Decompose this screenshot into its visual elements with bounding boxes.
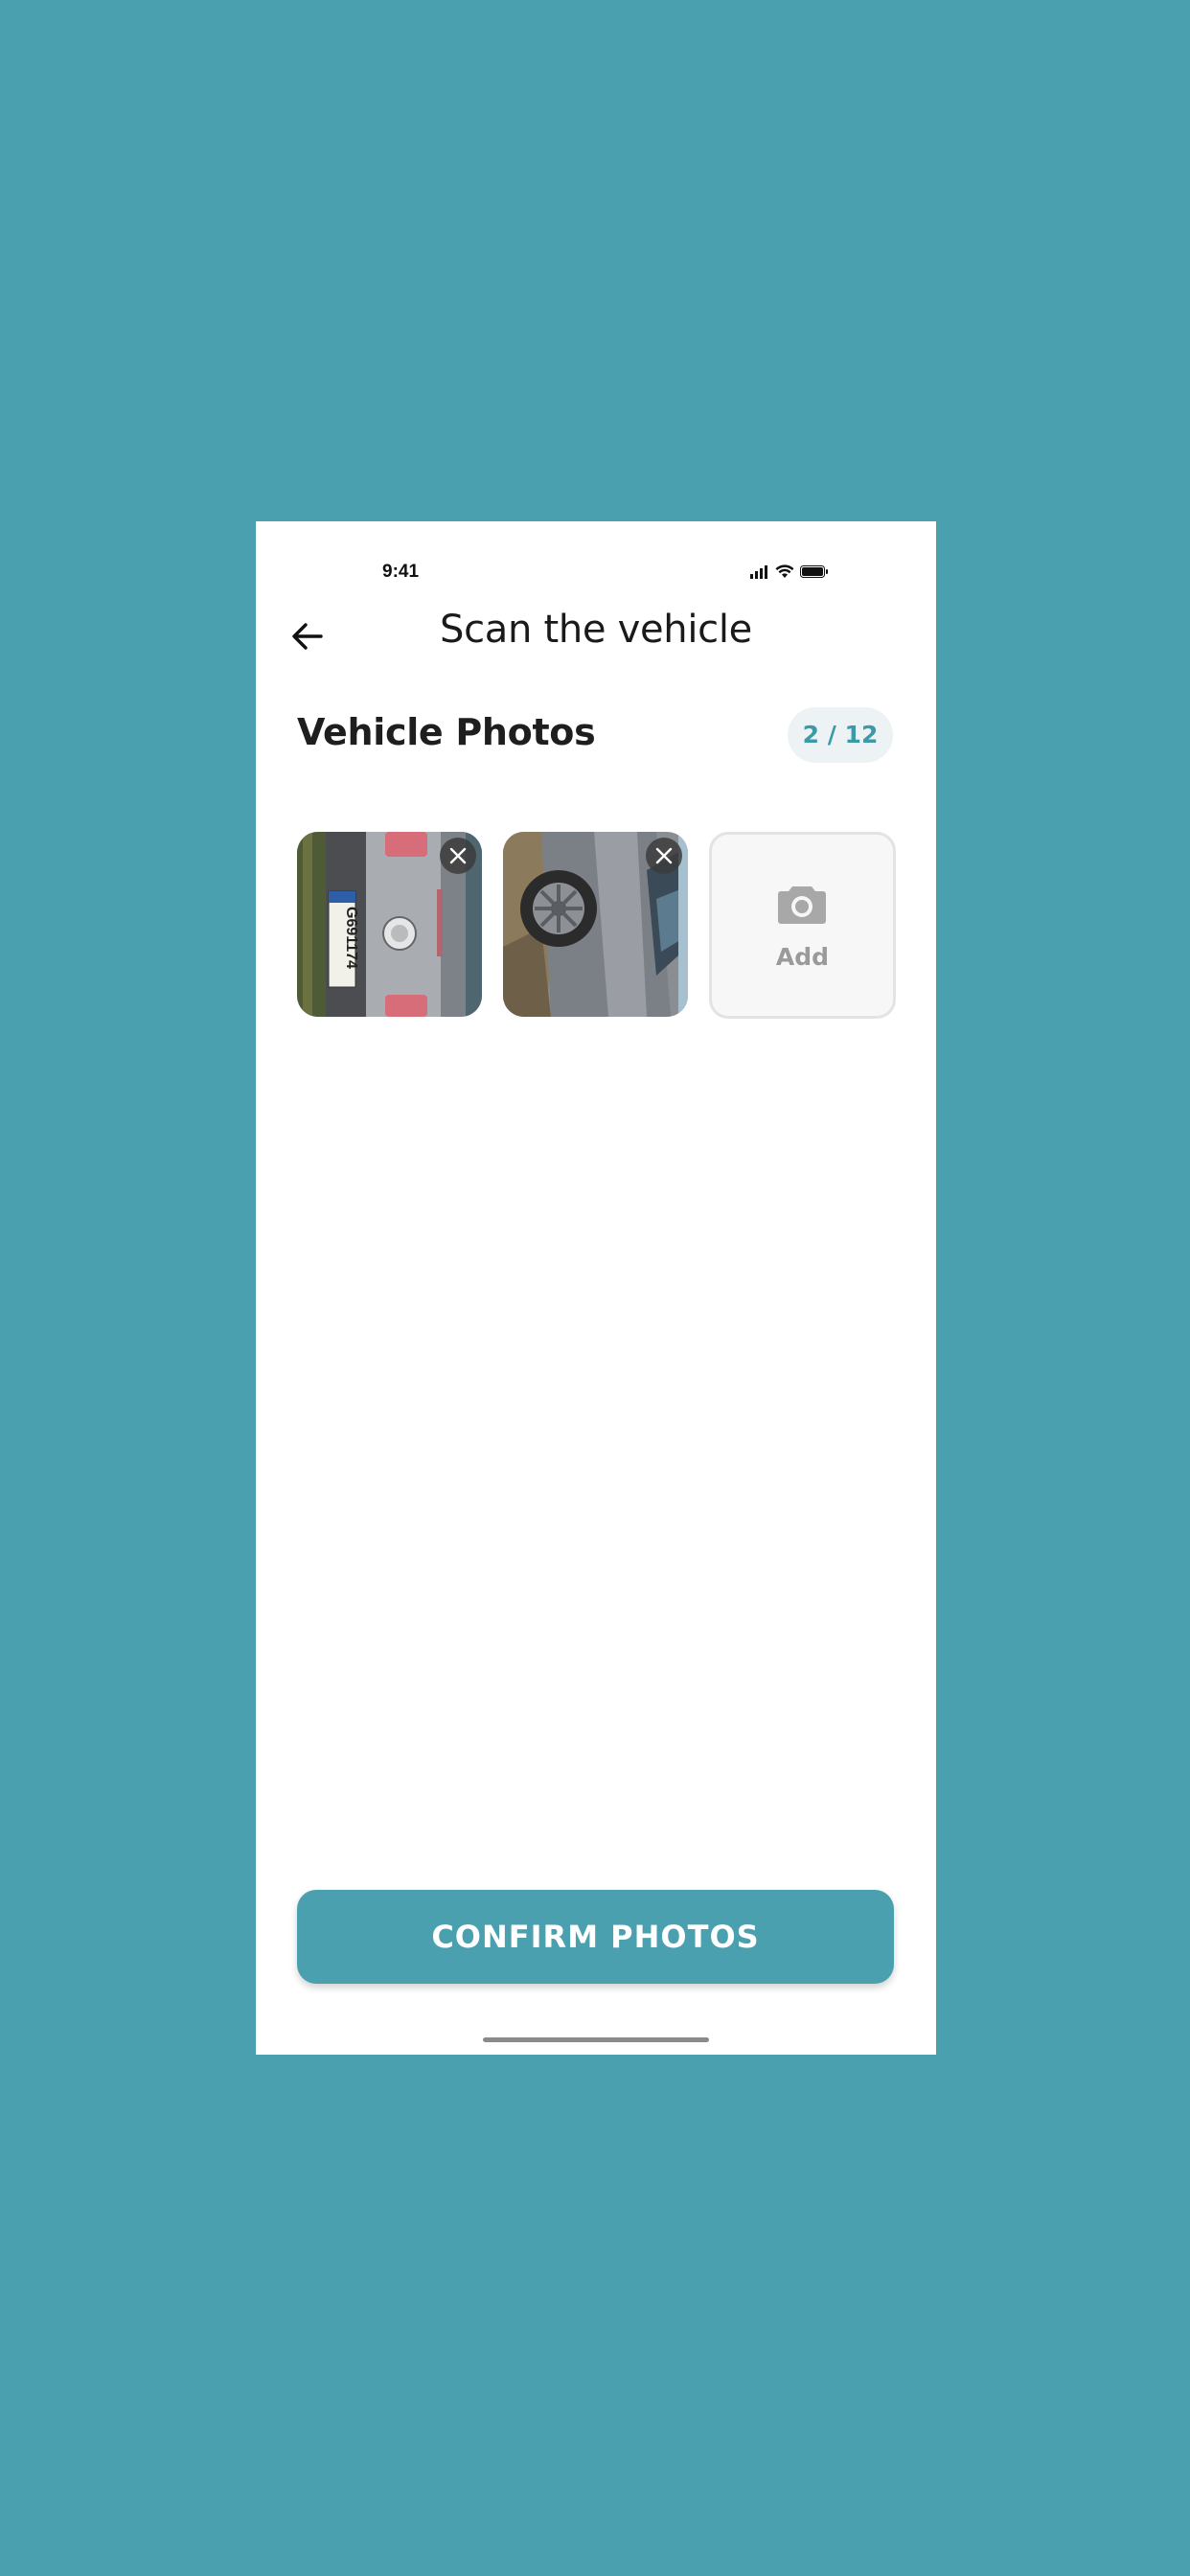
add-photo-tile[interactable]: Add <box>709 832 896 1019</box>
photo-thumbnail[interactable] <box>503 832 688 1017</box>
camera-icon <box>778 886 826 924</box>
close-icon <box>449 847 467 864</box>
wifi-icon <box>775 564 794 578</box>
remove-photo-button[interactable] <box>646 838 682 874</box>
status-time: 9:41 <box>382 562 420 582</box>
photo-count-badge: 2 / 12 <box>788 707 893 763</box>
confirm-photos-button[interactable]: CONFIRM PHOTOS <box>297 1890 894 1984</box>
section-title: Vehicle Photos <box>297 711 596 753</box>
phone-screen: 9:41 Scan the vehicle Vehicle Photos 2 /… <box>256 521 936 2055</box>
page-title: Scan the vehicle <box>440 608 752 652</box>
status-icons <box>750 564 828 579</box>
home-indicator <box>483 2037 709 2042</box>
battery-icon <box>800 565 828 578</box>
photo-thumbnail[interactable]: G691174 <box>297 832 482 1017</box>
remove-photo-button[interactable] <box>440 838 476 874</box>
add-photo-label: Add <box>775 943 830 971</box>
signal-icon <box>750 565 767 579</box>
plate-text: G691174 <box>343 907 359 969</box>
close-icon <box>655 847 673 864</box>
